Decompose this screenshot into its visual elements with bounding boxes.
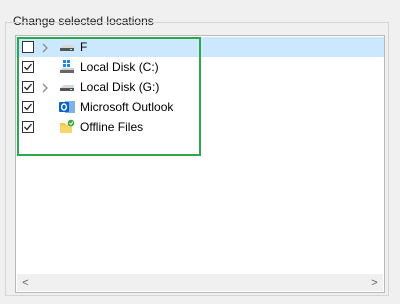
tree-item-label: Local Disk (G:) <box>80 80 160 94</box>
checkbox-local-disk-c[interactable] <box>22 61 34 73</box>
windows-drive-icon <box>58 59 76 75</box>
tree-item-offline-files[interactable]: Offline Files <box>16 117 384 137</box>
tree-item-label: Offline Files <box>80 120 144 134</box>
tree-item-label: Local Disk (C:) <box>80 60 159 74</box>
locations-tree[interactable]: F Local Disk (C:) Local Disk (G:) Micros… <box>15 35 385 293</box>
expand-icon[interactable] <box>40 41 50 53</box>
tree-item-local-disk-c[interactable]: Local Disk (C:) <box>16 57 384 77</box>
tree-item-local-disk-g[interactable]: Local Disk (G:) <box>16 77 384 97</box>
tree-item-label: Microsoft Outlook <box>80 100 174 114</box>
expand-icon[interactable] <box>40 81 50 93</box>
scroll-left-button[interactable]: < <box>17 274 34 291</box>
horizontal-scrollbar[interactable]: < > <box>17 274 383 291</box>
checkbox-f[interactable] <box>22 41 34 53</box>
tree-item-label: F <box>80 40 88 54</box>
checkbox-offline-files[interactable] <box>22 121 34 133</box>
scroll-right-button[interactable]: > <box>366 274 383 291</box>
offline-files-icon <box>58 119 76 135</box>
checkbox-microsoft-outlook[interactable] <box>22 101 34 113</box>
drive-icon <box>58 79 76 95</box>
removable-drive-icon <box>58 39 76 55</box>
outlook-icon <box>58 99 76 115</box>
scrollbar-track[interactable] <box>34 274 366 291</box>
checkbox-local-disk-g[interactable] <box>22 81 34 93</box>
tree-item-f[interactable]: F <box>16 37 384 57</box>
tree-item-microsoft-outlook[interactable]: Microsoft Outlook <box>16 97 384 117</box>
